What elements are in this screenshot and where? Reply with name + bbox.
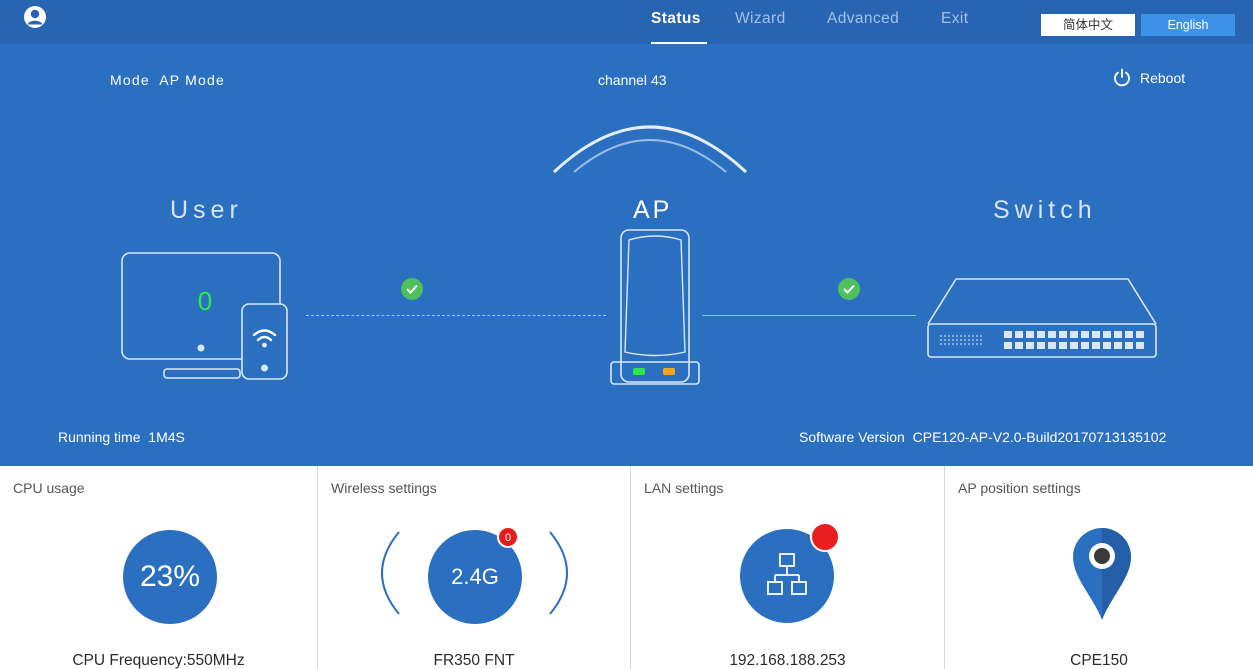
user-avatar-icon[interactable] — [23, 5, 47, 29]
status-overview: Status Wizard Advanced Exit 简体中文 English… — [0, 0, 1253, 466]
switch-link-line — [702, 315, 916, 316]
channel-indicator: channel 43 — [598, 72, 667, 88]
user-section-label: User — [170, 196, 243, 224]
mode-indicator: Mode AP Mode — [110, 72, 225, 88]
active-nav-underline — [651, 42, 707, 44]
check-icon — [843, 284, 855, 294]
signal-arcs-icon — [552, 125, 748, 174]
software-version-value: CPE120-AP-V2.0-Build20170713135102 — [912, 429, 1167, 445]
nav-exit[interactable]: Exit — [941, 10, 968, 28]
panel-title: Wireless settings — [331, 480, 437, 496]
panel-title: LAN settings — [644, 480, 724, 496]
user-link-line — [306, 315, 606, 316]
software-version-label: Software Version — [799, 429, 905, 445]
right-arc-decoration — [549, 531, 568, 615]
ap-section-label: AP — [633, 196, 673, 224]
nav-advanced[interactable]: Advanced — [827, 10, 899, 28]
lan-alert-dot — [810, 522, 840, 552]
switch-link-check — [838, 278, 860, 300]
nav-status[interactable]: Status — [651, 10, 701, 28]
panel-title: AP position settings — [958, 480, 1081, 496]
check-icon — [406, 284, 418, 294]
software-version: Software Version CPE120-AP-V2.0-Build201… — [799, 429, 1166, 445]
wireless-ssid: FR350 FNT — [433, 652, 515, 669]
left-arc-decoration — [381, 531, 400, 615]
power-icon — [1114, 68, 1130, 87]
wireless-settings-panel[interactable]: Wireless settings 2.4G 0 FR350 FNT — [318, 466, 631, 669]
panel-title: CPU usage — [13, 480, 85, 496]
running-time: Running time 1M4S — [58, 429, 185, 445]
nav-wizard[interactable]: Wizard — [735, 10, 786, 28]
access-point-icon — [610, 229, 700, 385]
channel-value: 43 — [650, 72, 667, 88]
cpu-usage-value: 23% — [123, 530, 217, 624]
connected-user-count: 0 — [197, 286, 213, 316]
switch-section-label: Switch — [993, 196, 1097, 224]
user-link-check — [401, 278, 423, 300]
location-pin-icon — [1073, 528, 1131, 620]
wireless-client-badge: 0 — [497, 526, 519, 548]
cpu-usage-panel[interactable]: CPU usage 23% CPU Frequency:550MHz — [0, 466, 318, 669]
lan-ip-address: 192.168.188.253 — [729, 652, 846, 669]
running-time-label: Running time — [58, 429, 141, 445]
mode-label: Mode — [110, 72, 150, 88]
channel-label: channel — [598, 72, 648, 88]
cpu-frequency: CPU Frequency:550MHz — [72, 652, 245, 669]
running-time-value: 1M4S — [148, 429, 185, 445]
mode-value: AP Mode — [159, 72, 225, 88]
network-switch-icon — [927, 278, 1157, 358]
ap-position-name: CPE150 — [1070, 652, 1128, 669]
phone-wifi-icon — [241, 303, 288, 380]
reboot-label: Reboot — [1140, 70, 1186, 86]
language-chinese-button[interactable]: 简体中文 — [1041, 14, 1135, 36]
top-navigation-bar: Status Wizard Advanced Exit 简体中文 English — [0, 0, 1253, 44]
lan-settings-panel[interactable]: LAN settings 192.168.188.253 — [631, 466, 945, 669]
ap-position-panel[interactable]: AP position settings CPE150 — [945, 466, 1253, 669]
language-english-button[interactable]: English — [1141, 14, 1235, 36]
network-topology-icon — [767, 553, 807, 595]
reboot-button[interactable]: Reboot — [1112, 68, 1185, 88]
